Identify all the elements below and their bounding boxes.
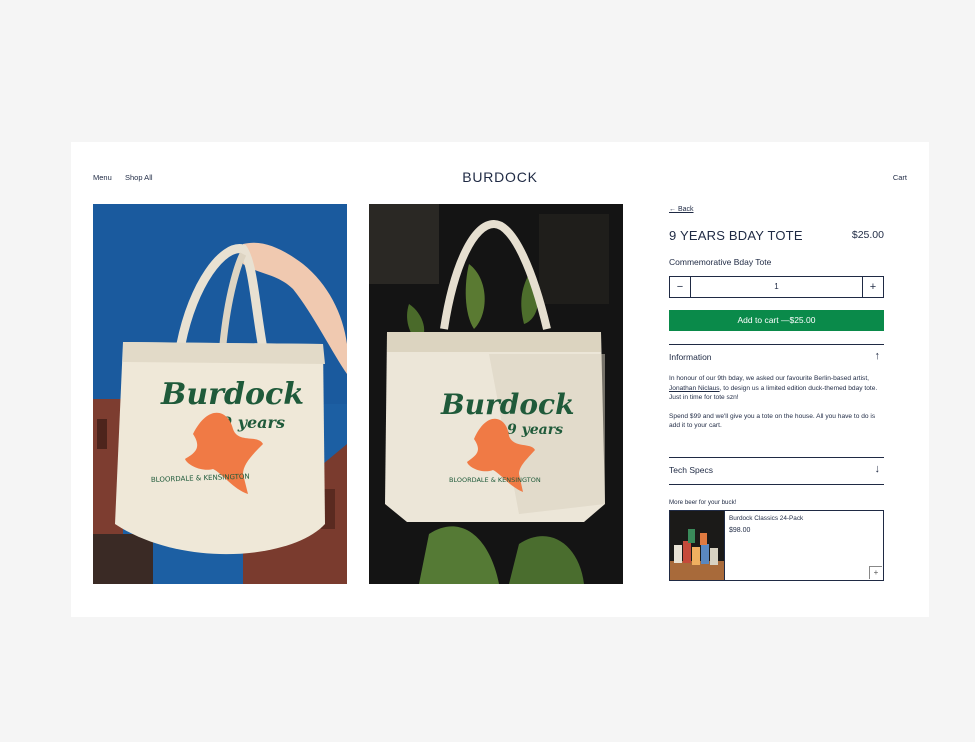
quantity-input[interactable]: 1 [690,277,863,297]
divider [669,457,884,458]
artist-link[interactable]: Jonathan Niclaus [669,385,720,392]
product-photo-2[interactable]: Burdock 9 years BLOORDALE & KENSINGTON [369,204,623,584]
product-photo-1[interactable]: Burdock 9 years BLOORDALE & KENSINGTON [93,204,347,584]
upsell-product-image[interactable] [670,511,725,580]
divider [669,484,884,485]
svg-text:BLOORDALE & KENSINGTON: BLOORDALE & KENSINGTON [449,476,541,484]
arrow-down-icon: ↓ [874,463,881,475]
brand-logo[interactable]: BURDOCK [71,169,929,185]
information-paragraph-2: Spend $99 and we'll give you a tote on t… [669,412,876,430]
back-link[interactable]: ← Back [669,206,694,213]
quantity-stepper: − 1 + [669,276,884,298]
svg-text:Burdock: Burdock [440,388,574,421]
upsell-product-name[interactable]: Burdock Classics 24-Pack [729,515,803,522]
upsell-product-price: $98.00 [729,527,751,534]
beer-cans-photo [670,511,724,580]
tote-bag-held-against-blue-sky-photo: Burdock 9 years BLOORDALE & KENSINGTON [93,204,347,584]
product-title: 9 YEARS BDAY TOTE [669,228,803,243]
information-paragraph-1: In honour of our 9th bday, we asked our … [669,374,881,403]
page-card: Menu Shop All BURDOCK Cart Burdock 9 yea… [71,142,929,617]
increase-quantity-button[interactable]: + [863,277,883,297]
cart-link[interactable]: Cart [893,173,907,182]
svg-text:Burdock: Burdock [160,377,304,412]
upsell-card[interactable]: Burdock Classics 24-Pack $98.00 + [669,510,884,581]
add-to-cart-button[interactable]: Add to cart —$25.00 [669,310,884,331]
svg-text:9 years: 9 years [507,422,563,438]
tote-bag-hanging-over-plants-photo: Burdock 9 years BLOORDALE & KENSINGTON [369,204,623,584]
upsell-heading: More beer for your buck! [669,499,737,506]
tech-specs-label: Tech Specs [669,465,713,475]
tech-specs-accordion-toggle[interactable]: Tech Specs ↓ [669,460,884,480]
product-subtitle: Commemorative Bday Tote [669,257,772,267]
product-price: $25.00 [851,229,884,241]
upsell-add-button[interactable]: + [869,566,882,579]
info-text-part: In honour of our 9th bday, we asked our … [669,375,870,382]
divider [669,344,884,345]
information-label: Information [669,352,712,362]
decrease-quantity-button[interactable]: − [670,277,690,297]
information-body: In honour of our 9th bday, we asked our … [669,374,881,440]
information-accordion-toggle[interactable]: Information ↑ [669,347,884,367]
arrow-up-icon: ↑ [874,350,881,362]
